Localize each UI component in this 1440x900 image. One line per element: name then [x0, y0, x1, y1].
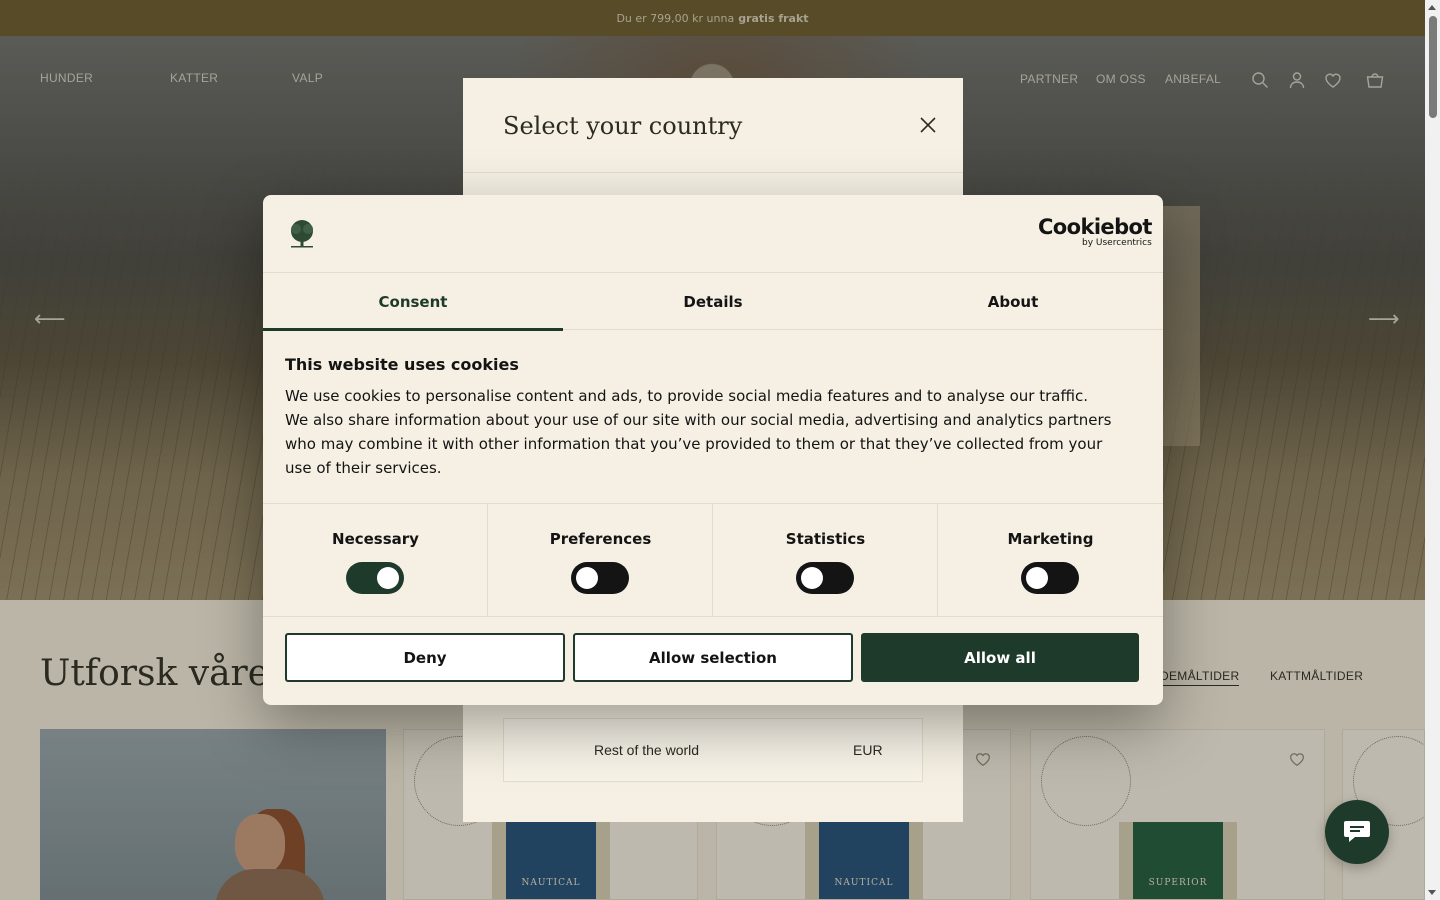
marketing-toggle[interactable]	[1021, 562, 1079, 594]
country-option[interactable]: Rest of the world EUR	[503, 718, 923, 782]
cookiebot-logo[interactable]: Cookiebot by Usercentrics	[1038, 217, 1152, 248]
toggle-cell-statistics: Statistics	[713, 504, 938, 617]
close-icon[interactable]	[918, 115, 938, 135]
cookie-category-toggles: Necessary Preferences Statistics Marketi…	[263, 503, 1163, 617]
toggle-knob	[576, 567, 598, 589]
necessary-toggle[interactable]	[346, 562, 404, 594]
scroll-up-arrow[interactable]	[1428, 5, 1436, 10]
cookie-tabs: Consent Details About	[263, 273, 1163, 331]
cookie-body: This website uses cookies We use cookies…	[285, 355, 1115, 480]
toggle-cell-necessary: Necessary	[263, 504, 488, 617]
toggle-label-marketing: Marketing	[1007, 530, 1094, 548]
country-modal-title: Select your country	[503, 112, 743, 140]
divider	[463, 172, 963, 173]
toggle-knob	[377, 567, 399, 589]
scroll-down-arrow[interactable]	[1428, 890, 1436, 895]
toggle-label-statistics: Statistics	[785, 530, 866, 548]
page-scrollbar[interactable]	[1425, 0, 1440, 900]
country-name: Rest of the world	[594, 742, 700, 758]
tab-details[interactable]: Details	[563, 273, 863, 330]
allow-all-button[interactable]: Allow all	[861, 633, 1139, 682]
cookiebot-brand-sub: by Usercentrics	[1082, 238, 1152, 248]
scroll-thumb[interactable]	[1429, 16, 1437, 118]
allow-selection-button[interactable]: Allow selection	[573, 633, 853, 682]
tree-logo-icon	[285, 217, 319, 251]
preferences-toggle[interactable]	[571, 562, 629, 594]
deny-button[interactable]: Deny	[285, 633, 565, 682]
cookie-description: We use cookies to personalise content an…	[285, 387, 1112, 477]
tab-about[interactable]: About	[863, 273, 1163, 330]
toggle-label-necessary: Necessary	[332, 530, 419, 548]
chat-launcher-button[interactable]	[1325, 800, 1389, 864]
country-currency: EUR	[853, 742, 883, 758]
statistics-toggle[interactable]	[796, 562, 854, 594]
cookie-header: Cookiebot by Usercentrics	[263, 195, 1163, 273]
cookie-consent-dialog: Cookiebot by Usercentrics Consent Detail…	[263, 195, 1163, 705]
cookie-heading: This website uses cookies	[285, 355, 519, 374]
tab-consent[interactable]: Consent	[263, 273, 563, 331]
toggle-label-preferences: Preferences	[549, 530, 652, 548]
toggle-knob	[1026, 567, 1048, 589]
toggle-cell-marketing: Marketing	[938, 504, 1163, 617]
toggle-knob	[801, 567, 823, 589]
cookiebot-brand: Cookiebot	[1038, 215, 1152, 239]
toggle-cell-preferences: Preferences	[488, 504, 713, 617]
chat-icon	[1344, 821, 1370, 842]
